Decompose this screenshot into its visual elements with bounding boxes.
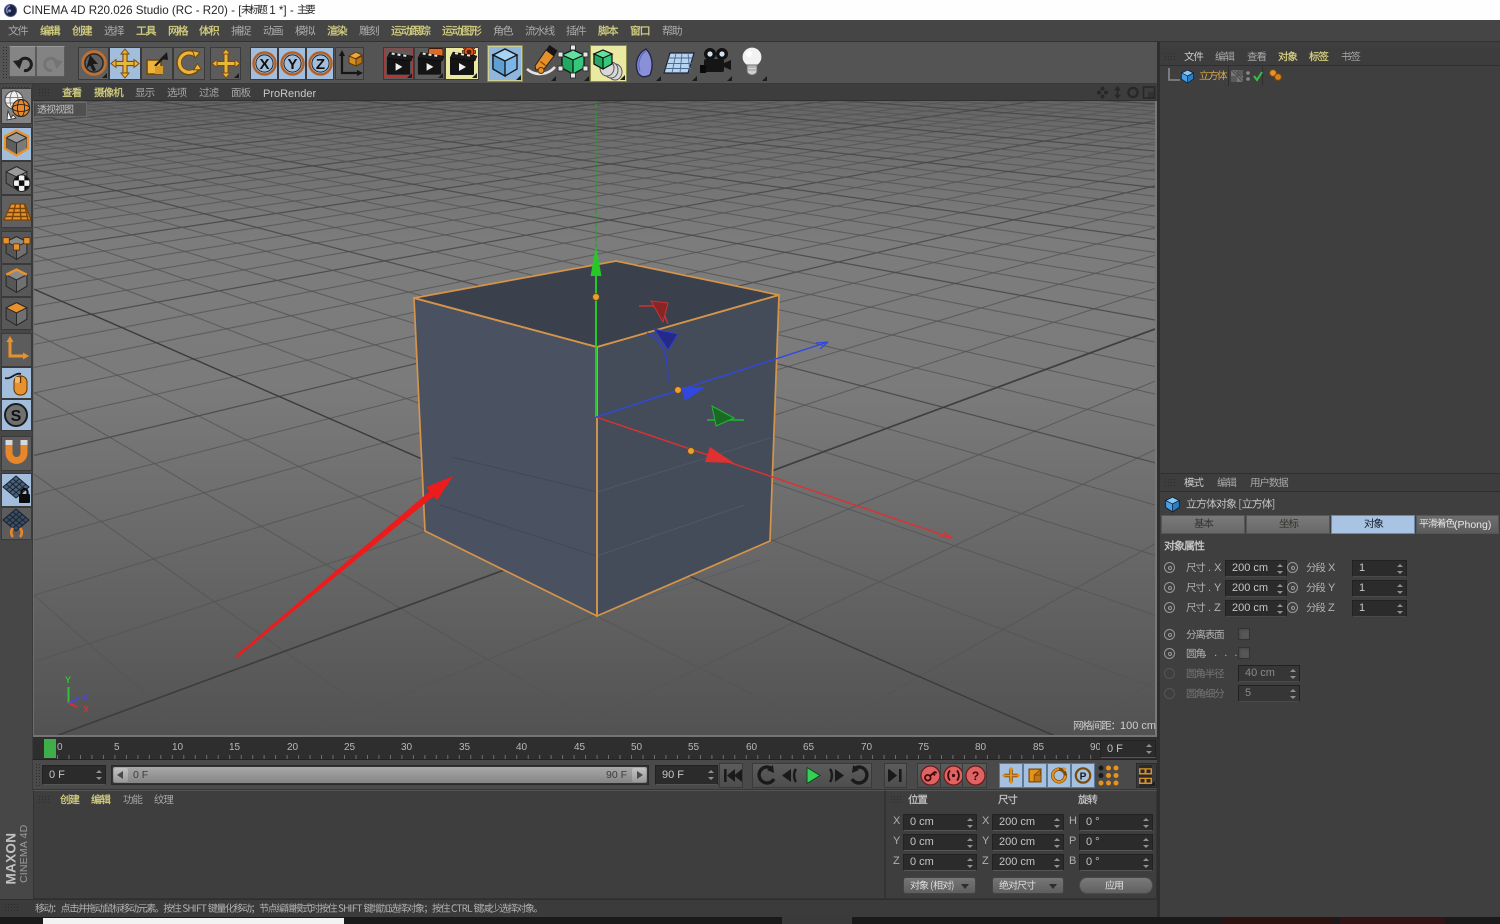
svg-text:Z: Z (316, 56, 325, 73)
svg-text:20: 20 (287, 742, 299, 753)
svg-text:30: 30 (401, 742, 413, 753)
svg-text:80: 80 (975, 742, 987, 753)
svg-text:5: 5 (114, 742, 120, 753)
svg-text:?: ? (972, 769, 979, 783)
svg-text:S: S (11, 408, 22, 425)
svg-text:75: 75 (918, 742, 930, 753)
svg-text:25: 25 (344, 742, 356, 753)
svg-text:55: 55 (688, 742, 700, 753)
svg-text:65: 65 (803, 742, 815, 753)
svg-text:0: 0 (57, 742, 63, 753)
svg-text:40: 40 (516, 742, 528, 753)
svg-text:60: 60 (746, 742, 758, 753)
svg-text:85: 85 (1033, 742, 1045, 753)
svg-text:Z: Z (83, 692, 88, 701)
svg-text:Y: Y (65, 675, 71, 685)
svg-text:15: 15 (229, 742, 241, 753)
svg-text:P: P (1080, 771, 1087, 782)
svg-text:10: 10 (172, 742, 184, 753)
svg-text:Y: Y (287, 56, 297, 73)
svg-text:X: X (259, 56, 269, 73)
svg-text:45: 45 (574, 742, 586, 753)
svg-text:70: 70 (861, 742, 873, 753)
svg-text:50: 50 (631, 742, 643, 753)
svg-text:35: 35 (459, 742, 471, 753)
svg-text:X: X (84, 705, 90, 714)
